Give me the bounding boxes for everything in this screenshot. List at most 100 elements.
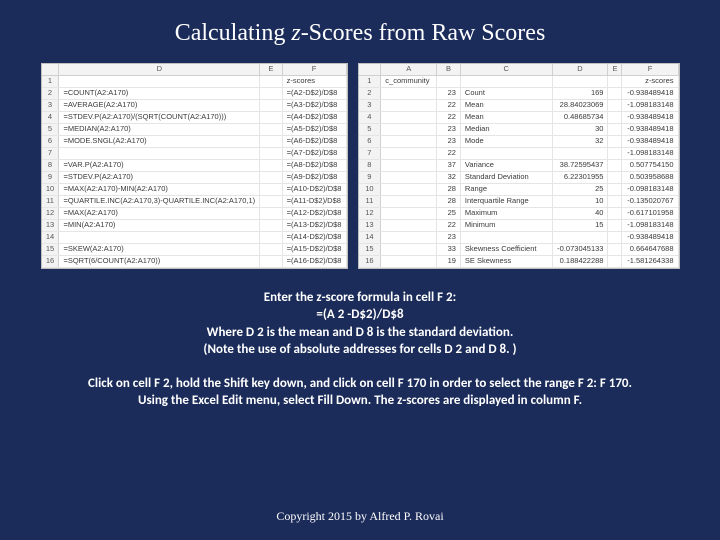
cell <box>460 147 552 159</box>
cell: 10 <box>552 195 608 207</box>
cell <box>381 243 437 255</box>
table-row: 523Median30-0.938489418 <box>359 123 679 135</box>
col-header: F <box>622 64 678 75</box>
table-row: 1225Maximum40-0.617101958 <box>359 207 679 219</box>
cell <box>608 99 622 111</box>
corner-cell <box>42 64 59 75</box>
title-post: -Scores from Raw Scores <box>301 20 546 46</box>
excel-left-table: D E F 1z-scores2=COUNT(A2:A170)=(A2-D$2)… <box>42 64 347 268</box>
table-row: 722-1.098183148 <box>359 147 679 159</box>
cell <box>608 171 622 183</box>
cell: Range <box>460 183 552 195</box>
table-row: 10=MAX(A2:A170)-MIN(A2:A170)=(A10-D$2)/D… <box>42 183 347 195</box>
instr-line: (Note the use of absolute addresses for … <box>58 341 662 359</box>
cell: =(A3-D$2)/D$8 <box>282 99 346 111</box>
cell: Count <box>460 87 552 99</box>
cell: =(A14-D$2)/D$8 <box>282 231 346 243</box>
cell <box>608 75 622 87</box>
cell <box>608 219 622 231</box>
cell: =VAR.P(A2:A170) <box>59 159 260 171</box>
cell <box>381 135 437 147</box>
row-number: 11 <box>359 195 381 207</box>
cell: SE Skewness <box>460 255 552 267</box>
instr-line: =(A 2 -D$2)/D$8 <box>58 306 662 324</box>
cell: 40 <box>552 207 608 219</box>
cell: 22 <box>437 219 461 231</box>
table-row: 1c_communityz-scores <box>359 75 679 87</box>
cell <box>381 183 437 195</box>
cell <box>260 231 283 243</box>
cell: 28 <box>437 183 461 195</box>
cell: =MAX(A2:A170) <box>59 207 260 219</box>
cell <box>260 123 283 135</box>
cell: 28.84023069 <box>552 99 608 111</box>
cell <box>608 231 622 243</box>
cell: =(A12-D$2)/D$8 <box>282 207 346 219</box>
cell <box>608 87 622 99</box>
table-row: 6=MODE.SNGL(A2:A170)=(A6-D$2)/D$8 <box>42 135 347 147</box>
table-row: 1619SE Skewness0.188422288-1.581264338 <box>359 255 679 267</box>
table-row: 8=VAR.P(A2:A170)=(A8-D$2)/D$8 <box>42 159 347 171</box>
cell <box>381 255 437 267</box>
title-pre: Calculating <box>175 20 292 46</box>
cell <box>608 195 622 207</box>
cell: =(A15-D$2)/D$8 <box>282 243 346 255</box>
cell: -1.098183148 <box>622 99 678 111</box>
table-row: 1128Interquartile Range10-0.135020767 <box>359 195 679 207</box>
cell <box>260 87 283 99</box>
cell: =(A6-D$2)/D$8 <box>282 135 346 147</box>
cell <box>608 207 622 219</box>
cell: =(A10-D$2)/D$8 <box>282 183 346 195</box>
cell <box>381 219 437 231</box>
cell <box>608 123 622 135</box>
cell: -0.938489418 <box>622 123 678 135</box>
cell: 37 <box>437 159 461 171</box>
cell <box>260 183 283 195</box>
table-row: 9=STDEV.P(A2:A170)=(A9-D$2)/D$8 <box>42 171 347 183</box>
cell <box>260 111 283 123</box>
cell <box>260 171 283 183</box>
cell: Interquartile Range <box>460 195 552 207</box>
cell <box>552 231 608 243</box>
cell: -0.073045133 <box>552 243 608 255</box>
row-number: 15 <box>359 243 381 255</box>
cell: Mean <box>460 111 552 123</box>
cell: 0.503958688 <box>622 171 678 183</box>
row-number: 15 <box>42 243 59 255</box>
cell <box>608 135 622 147</box>
row-number: 3 <box>42 99 59 111</box>
cell: 22 <box>437 99 461 111</box>
cell: 30 <box>552 123 608 135</box>
cell <box>260 75 283 87</box>
cell: =(A11-D$2)/D$8 <box>282 195 346 207</box>
cell: Standard Deviation <box>460 171 552 183</box>
table-row: 13=MIN(A2:A170)=(A13-D$2)/D$8 <box>42 219 347 231</box>
cell <box>59 75 260 87</box>
cell <box>460 231 552 243</box>
row-number: 8 <box>42 159 59 171</box>
cell <box>608 147 622 159</box>
screenshot-row: D E F 1z-scores2=COUNT(A2:A170)=(A2-D$2)… <box>28 63 692 269</box>
col-header: E <box>260 64 283 75</box>
cell: 19 <box>437 255 461 267</box>
cell <box>381 231 437 243</box>
row-number: 16 <box>359 255 381 267</box>
cell <box>381 111 437 123</box>
row-number: 14 <box>42 231 59 243</box>
table-row: 16=SQRT(6/COUNT(A2:A170))=(A16-D$2)/D$8 <box>42 255 347 267</box>
cell: Minimum <box>460 219 552 231</box>
row-number: 13 <box>359 219 381 231</box>
cell: =STDEV.P(A2:A170) <box>59 171 260 183</box>
row-number: 4 <box>42 111 59 123</box>
table-row: 1423-0.938489418 <box>359 231 679 243</box>
cell <box>260 99 283 111</box>
row-number: 7 <box>359 147 381 159</box>
instr-line: Enter the z-score formula in cell F 2: <box>58 289 662 307</box>
cell: 33 <box>437 243 461 255</box>
table-row: 1028Range25-0.098183148 <box>359 183 679 195</box>
cell: =(A9-D$2)/D$8 <box>282 171 346 183</box>
cell: -0.938489418 <box>622 111 678 123</box>
cell: =SKEW(A2:A170) <box>59 243 260 255</box>
row-number: 10 <box>42 183 59 195</box>
cell <box>381 159 437 171</box>
